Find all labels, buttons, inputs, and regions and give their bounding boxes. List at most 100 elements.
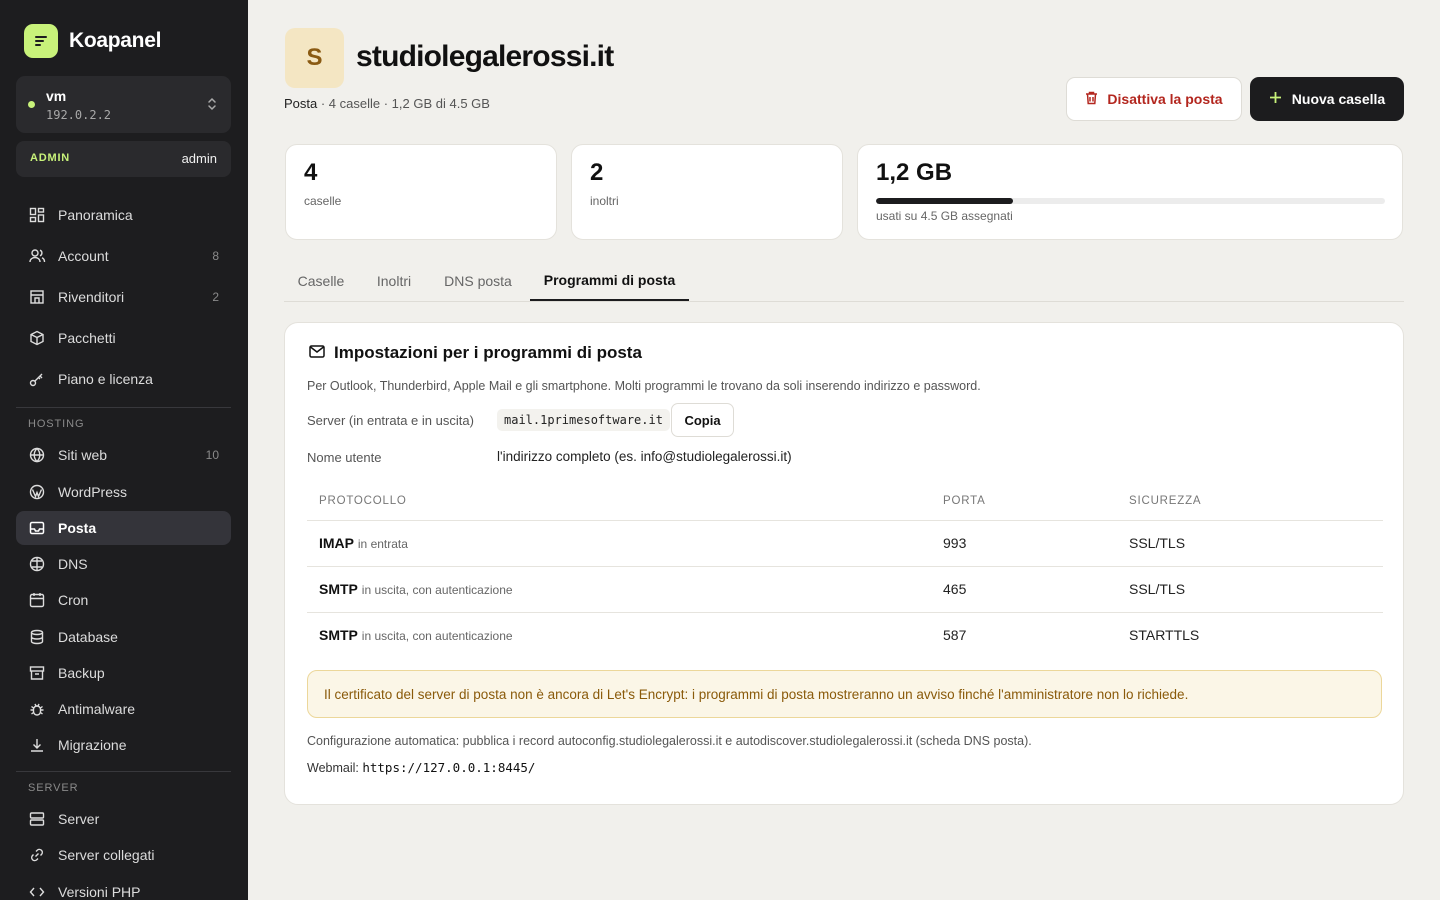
sidebar-item-versioni-php[interactable]: Versioni PHP <box>16 875 231 900</box>
tab-caselle[interactable]: Caselle <box>284 260 358 301</box>
tab-dns-posta[interactable]: DNS posta <box>430 260 526 301</box>
sidebar-divider <box>16 771 231 772</box>
protocol-note: in uscita, con autenticazione <box>361 629 513 643</box>
sidebar-item-migrazione[interactable]: Migrazione <box>16 728 231 762</box>
stat-card-forwards: 2 inoltri <box>571 144 843 240</box>
stat-label: caselle <box>304 194 342 208</box>
protocol-cell: SMTP in uscita, con autenticazione <box>319 581 513 597</box>
mail-icon <box>309 343 325 363</box>
sidebar-item-backup[interactable]: Backup <box>16 656 231 690</box>
server-ip: 192.0.2.2 <box>46 108 112 122</box>
sidebar-item-server-collegati[interactable]: Server collegati <box>16 838 231 872</box>
chevron-updown-icon <box>207 96 217 117</box>
server-hostname: mail.1primesoftware.it <box>497 409 670 431</box>
sidebar-item-label: Backup <box>58 665 105 681</box>
port-cell: 587 <box>943 627 967 643</box>
security-cell: SSL/TLS <box>1129 581 1186 597</box>
role-user: admin <box>181 151 217 166</box>
panel-title-text: Impostazioni per i programmi di posta <box>334 343 642 362</box>
sidebar-item-server[interactable]: Server <box>16 802 231 836</box>
sidebar-item-label: Panoramica <box>58 207 133 223</box>
sidebar-item-label: Pacchetti <box>58 330 116 346</box>
storage-progress-fill <box>876 198 1014 204</box>
page-subtitle: Posta · 4 caselle · 1,2 GB di 4.5 GB <box>284 96 490 111</box>
sidebar-item-label: Piano e licenza <box>58 371 153 387</box>
table-header-port: PORTA <box>943 495 986 507</box>
username-value: l'indirizzo completo (es. info@studioleg… <box>497 449 792 464</box>
sidebar-item-label: Server <box>58 811 100 827</box>
stat-label: usati su 4.5 GB assegnati <box>876 209 1013 223</box>
sidebar-item-label: Migrazione <box>58 737 127 753</box>
sidebar-divider <box>16 407 231 408</box>
security-cell: STARTTLS <box>1129 627 1200 643</box>
stat-value: 4 <box>304 159 318 186</box>
section-label-server: SERVER <box>28 782 79 794</box>
table-header-security: SICUREZZA <box>1129 495 1202 507</box>
table-row: IMAP in entrata 993 SSL/TLS <box>307 520 1383 566</box>
database-icon <box>28 628 46 646</box>
stat-label: inoltri <box>590 194 619 208</box>
sidebar-item-label: Server collegati <box>58 847 155 863</box>
sidebar-item-account[interactable]: Account 8 <box>16 239 231 273</box>
sidebar-item-label: Siti web <box>58 447 108 463</box>
sidebar-item-count: 2 <box>212 290 219 304</box>
sidebar-item-label: Account <box>58 248 109 264</box>
mail-clients-panel: Impostazioni per i programmi di posta Pe… <box>284 322 1404 805</box>
grid-icon <box>28 206 46 224</box>
port-cell: 993 <box>943 535 967 551</box>
role-bar: ADMIN admin <box>16 141 231 177</box>
sidebar-item-posta[interactable]: Posta <box>16 511 231 545</box>
protocol-name: IMAP <box>319 535 354 551</box>
autoconfig-note: Configurazione automatica: pubblica i re… <box>307 734 1032 748</box>
sidebar-item-piano-licenza[interactable]: Piano e licenza <box>16 362 231 396</box>
server-status-dot <box>28 101 35 108</box>
sidebar-item-panoramica[interactable]: Panoramica <box>16 198 231 232</box>
archive-icon <box>28 664 46 682</box>
tab-inoltri[interactable]: Inoltri <box>358 260 430 301</box>
username-label: Nome utente <box>307 450 382 465</box>
stat-value: 1,2 GB <box>876 159 953 186</box>
subtitle-section: Posta <box>284 96 318 111</box>
stat-card-mailboxes: 4 caselle <box>285 144 557 240</box>
sidebar-item-label: Antimalware <box>58 701 136 717</box>
disable-mail-label: Disattiva la posta <box>1107 91 1223 107</box>
sidebar-item-pacchetti[interactable]: Pacchetti <box>16 321 231 355</box>
tab-bar: Caselle Inoltri DNS posta Programmi di p… <box>284 260 1404 302</box>
disable-mail-button[interactable]: Disattiva la posta <box>1066 77 1242 121</box>
server-switcher[interactable]: vm 192.0.2.2 <box>16 76 231 133</box>
brand[interactable]: Koapanel <box>24 24 161 58</box>
sidebar-item-count: 10 <box>205 448 219 462</box>
protocol-name: SMTP <box>319 581 358 597</box>
sidebar-item-rivenditori[interactable]: Rivenditori 2 <box>16 280 231 314</box>
sidebar-item-count: 8 <box>212 249 219 263</box>
dns-globe-icon <box>28 555 46 573</box>
sidebar-item-label: Versioni PHP <box>58 884 141 900</box>
port-cell: 465 <box>943 581 967 597</box>
sidebar-item-siti-web[interactable]: Siti web 10 <box>16 438 231 472</box>
table-row: SMTP in uscita, con autenticazione 587 S… <box>307 612 1383 658</box>
server-label: Server (in entrata e in uscita) <box>307 413 474 428</box>
store-icon <box>28 288 46 306</box>
bug-icon <box>28 700 46 718</box>
table-header-protocol: PROTOCOLLO <box>319 495 407 507</box>
tab-programmi-di-posta[interactable]: Programmi di posta <box>530 260 689 301</box>
section-label-hosting: HOSTING <box>28 418 85 430</box>
sidebar-item-label: WordPress <box>58 484 127 500</box>
sidebar: Koapanel vm 192.0.2.2 ADMIN admin Panora… <box>0 0 248 900</box>
table-row: SMTP in uscita, con autenticazione 465 S… <box>307 566 1383 612</box>
webmail-line: Webmail: https://127.0.0.1:8445/ <box>307 760 535 775</box>
stat-card-storage: 1,2 GB usati su 4.5 GB assegnati <box>857 144 1403 240</box>
copy-button[interactable]: Copia <box>671 403 734 437</box>
page-title: studiolegalerossi.it <box>356 40 614 73</box>
code-icon <box>28 883 46 900</box>
webmail-url[interactable]: https://127.0.0.1:8445/ <box>362 760 535 775</box>
sidebar-item-wordpress[interactable]: WordPress <box>16 475 231 509</box>
new-mailbox-button[interactable]: Nuova casella <box>1250 77 1404 121</box>
sidebar-item-database[interactable]: Database <box>16 620 231 654</box>
sidebar-item-cron[interactable]: Cron <box>16 583 231 617</box>
sidebar-item-label: DNS <box>58 556 88 572</box>
sidebar-item-dns[interactable]: DNS <box>16 547 231 581</box>
stat-value: 2 <box>590 159 604 186</box>
protocol-cell: IMAP in entrata <box>319 535 408 551</box>
sidebar-item-antimalware[interactable]: Antimalware <box>16 692 231 726</box>
